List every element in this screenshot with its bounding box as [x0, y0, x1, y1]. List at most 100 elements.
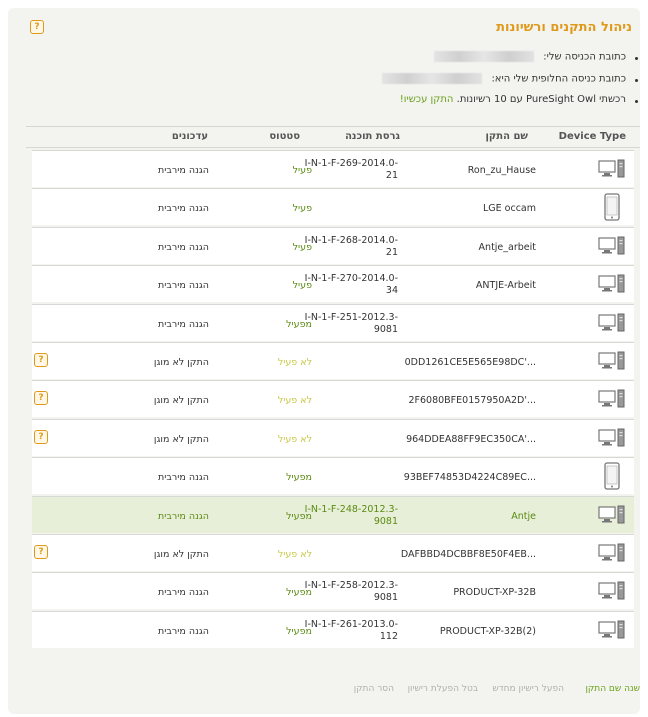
device-name: 0DD1261CE5E565E98DC'... — [404, 357, 536, 368]
updates-status: התקן לא מוגן — [153, 357, 209, 368]
license-text: רכשתי PureSight Owl עם 10 רשיונות. — [456, 94, 626, 105]
alt-login-address-label: כתובת כניסה החלופית שלי היא: — [491, 73, 626, 85]
remove-device-link[interactable]: הסר התקן — [354, 684, 394, 694]
table-row[interactable]: Antje_arbeit I-N-1-F-268-2014.0-21 פעיל הגנ… — [32, 227, 634, 264]
table-row[interactable]: PRODUCT-XP-32B I-N-1-F-258-2012.3-9081 מפע… — [32, 572, 634, 609]
updates-status: הגנה מירבית — [158, 242, 209, 253]
bullet — [635, 100, 638, 103]
status-badge: מפעיל — [286, 511, 312, 522]
desktop-icon — [598, 274, 626, 298]
desktop-icon — [598, 581, 626, 605]
desktop-icon — [598, 428, 626, 452]
updates-status: הגנה מירבית — [158, 165, 209, 176]
table-row[interactable]: PRODUCT-XP-32B(2) I-N-1-F-261-2013.0-112 מ… — [32, 611, 634, 648]
updates-status: הגנה מירבית — [158, 472, 209, 483]
help-icon[interactable]: ? — [30, 20, 44, 34]
device-name: 2F6080BFE0157950A2D'... — [408, 395, 536, 406]
help-icon[interactable]: ? — [34, 430, 48, 444]
table-top-divider — [26, 126, 640, 127]
deactivate-license-link[interactable]: בטל הפעלת רישיון — [408, 684, 478, 694]
help-icon[interactable]: ? — [34, 545, 48, 559]
desktop-icon — [598, 159, 626, 183]
table-row[interactable]: 964DDEA88FF9EC350CA'... לא פעיל התקן לא מו… — [32, 419, 634, 456]
header-updates: עדכונים — [171, 131, 208, 142]
status-badge: פעיל — [292, 203, 312, 214]
phone-icon — [604, 462, 620, 494]
desktop-icon — [598, 389, 626, 413]
device-name: 964DDEA88FF9EC350CA'... — [406, 434, 536, 445]
header-device-name: שם התקן — [485, 131, 528, 142]
status-badge: פעיל — [292, 280, 312, 291]
status-badge: לא פעיל — [277, 395, 312, 406]
table-row[interactable]: 0DD1261CE5E565E98DC'... לא פעיל התקן לא מו… — [32, 342, 634, 379]
device-name: LGE occam — [482, 203, 536, 214]
software-version: I-N-1-F-251-2012.3-9081 — [304, 312, 398, 335]
software-version: I-N-1-F-270-2014.0-34 — [304, 273, 398, 296]
software-version: I-N-1-F-269-2014.0-21 — [304, 158, 398, 181]
table-row[interactable]: LGE occam פעיל הגנה מירבית — [32, 188, 634, 225]
table-row[interactable]: 93BEF74853D4224C89EC... מפעיל הגנה מירבית — [32, 457, 634, 494]
status-badge: מפעיל — [286, 472, 312, 483]
status-badge: לא פעיל — [277, 434, 312, 445]
status-badge: מפעיל — [286, 587, 312, 598]
device-name: DAFBBD4DCBBF8E50F4EB... — [400, 549, 536, 560]
status-badge: לא פעיל — [277, 357, 312, 368]
login-address-row: כתובת הכניסה שלי: — [434, 51, 626, 63]
updates-status: הגנה מירבית — [158, 511, 209, 522]
license-row: רכשתי PureSight Owl עם 10 רשיונות. התקן … — [400, 94, 626, 105]
device-name: Antje — [511, 511, 536, 522]
software-version: I-N-1-F-261-2013.0-112 — [304, 619, 398, 642]
table-row[interactable]: I-N-1-F-251-2012.3-9081 מפעיל הגנה מירבית — [32, 304, 634, 341]
status-badge: לא פעיל — [277, 549, 312, 560]
bullet — [635, 79, 638, 82]
table-row[interactable]: Antje I-N-1-F-248-2012.3-9081 מפעיל הגנה מי… — [32, 496, 634, 533]
table-row[interactable]: ANTJE-Arbeit I-N-1-F-270-2014.0-34 פעיל הגנ… — [32, 265, 634, 302]
phone-icon — [604, 193, 620, 225]
desktop-icon — [598, 543, 626, 567]
updates-status: התקן לא מוגן — [153, 549, 209, 560]
table-row[interactable]: DAFBBD4DCBBF8E50F4EB... לא פעיל התקן לא מו… — [32, 534, 634, 571]
desktop-icon — [598, 351, 626, 375]
page-title: ניהול התקנים ורשיונות — [496, 20, 632, 35]
updates-status: הגנה מירבית — [158, 319, 209, 330]
header-divider — [26, 147, 640, 148]
device-name: Ron_zu_Hause — [467, 165, 536, 176]
device-name: PRODUCT-XP-32B — [453, 587, 536, 598]
updates-status: הגנה מירבית — [158, 587, 209, 598]
desktop-icon — [598, 236, 626, 260]
software-version: I-N-1-F-258-2012.3-9081 — [304, 580, 398, 603]
device-name: ANTJE-Arbeit — [475, 280, 536, 291]
table-row[interactable]: 2F6080BFE0157950A2D'... לא פעיל התקן לא מו… — [32, 380, 634, 417]
alt-login-address-redacted — [382, 73, 483, 84]
device-name: PRODUCT-XP-32B(2) — [439, 626, 536, 637]
device-name: Antje_arbeit — [478, 242, 536, 253]
desktop-icon — [598, 620, 626, 644]
reactivate-license-link[interactable]: הפעל רישיון מחדש — [492, 684, 564, 694]
rename-device-link[interactable]: שנה שם התקן — [585, 684, 640, 694]
software-version: I-N-1-F-268-2014.0-21 — [304, 235, 398, 258]
device-name: 93BEF74853D4224C89EC... — [403, 472, 536, 483]
software-version: I-N-1-F-248-2012.3-9081 — [304, 504, 398, 527]
install-now-link[interactable]: התקן עכשיו! — [400, 94, 454, 105]
status-badge: פעיל — [292, 165, 312, 176]
login-address-label: כתובת הכניסה שלי: — [543, 51, 626, 63]
header-device-type: Device Type — [558, 131, 626, 142]
table-row[interactable]: Ron_zu_Hause I-N-1-F-269-2014.0-21 פעיל הגנ… — [32, 150, 634, 187]
desktop-icon — [598, 505, 626, 529]
status-badge: מפעיל — [286, 319, 312, 330]
status-badge: פעיל — [292, 242, 312, 253]
desktop-icon — [598, 313, 626, 337]
help-icon[interactable]: ? — [34, 391, 48, 405]
updates-status: התקן לא מוגן — [153, 395, 209, 406]
updates-status: הגנה מירבית — [158, 626, 209, 637]
status-badge: מפעיל — [286, 626, 312, 637]
header-version: גרסת תוכנה — [345, 131, 400, 142]
updates-status: הגנה מירבית — [158, 203, 209, 214]
bullet — [635, 57, 638, 60]
login-address-redacted — [434, 51, 535, 62]
help-icon[interactable]: ? — [34, 353, 48, 367]
alt-login-address-row: כתובת כניסה החלופית שלי היא: — [382, 73, 626, 85]
header-status: סטטוס — [269, 131, 300, 142]
updates-status: הגנה מירבית — [158, 280, 209, 291]
updates-status: התקן לא מוגן — [153, 434, 209, 445]
